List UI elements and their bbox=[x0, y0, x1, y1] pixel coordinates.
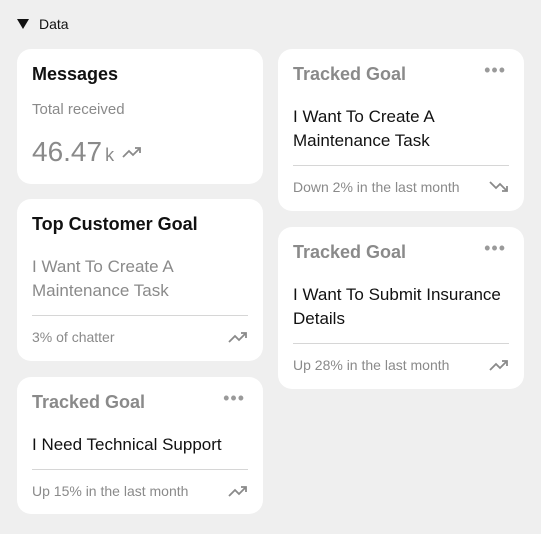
tracked-goal-card[interactable]: Tracked Goal ••• I Need Technical Suppor… bbox=[17, 377, 263, 514]
tracked-goal-text: I Want To Create A Maintenance Task bbox=[293, 107, 434, 150]
top-customer-goal-card[interactable]: Top Customer Goal I Want To Create A Mai… bbox=[17, 199, 263, 361]
messages-title: Messages bbox=[32, 64, 119, 84]
trend-up-icon bbox=[489, 359, 509, 371]
section-label: Data bbox=[39, 16, 69, 32]
tracked-goal-footer-text: Up 28% in the last month bbox=[293, 357, 450, 373]
trend-up-icon bbox=[122, 147, 141, 158]
tracked-goal-footer-text: Down 2% in the last month bbox=[293, 179, 460, 195]
top-goal-text: I Want To Create A Maintenance Task bbox=[32, 257, 173, 300]
tracked-goal-title: Tracked Goal bbox=[293, 242, 407, 262]
trend-up-icon bbox=[228, 331, 248, 343]
messages-card: Messages Total received 46.47 k bbox=[17, 49, 263, 184]
messages-unit: k bbox=[105, 145, 115, 165]
trend-down-icon bbox=[489, 180, 509, 194]
messages-number: 46.47 bbox=[32, 136, 103, 167]
trend-up-icon bbox=[228, 485, 248, 497]
tracked-goal-card[interactable]: Tracked Goal ••• I Want To Create A Main… bbox=[278, 49, 524, 211]
more-options-icon[interactable]: ••• bbox=[484, 239, 506, 257]
top-goal-footer-text: 3% of chatter bbox=[32, 329, 115, 345]
tracked-goal-footer-text: Up 15% in the last month bbox=[32, 483, 189, 499]
tracked-goal-footer: Up 15% in the last month bbox=[32, 470, 248, 512]
tracked-goal-text: I Want To Submit Insurance Details bbox=[293, 285, 501, 328]
caret-down-icon bbox=[17, 19, 29, 29]
tracked-goal-footer: Up 28% in the last month bbox=[293, 344, 509, 386]
messages-value: 46.47 k bbox=[32, 136, 248, 168]
tracked-goal-text: I Need Technical Support bbox=[32, 435, 222, 454]
more-options-icon[interactable]: ••• bbox=[484, 61, 506, 79]
tracked-goal-title: Tracked Goal bbox=[293, 64, 407, 84]
tracked-goal-footer: Down 2% in the last month bbox=[293, 166, 509, 208]
tracked-goal-title: Tracked Goal bbox=[32, 392, 146, 412]
tracked-goal-card[interactable]: Tracked Goal ••• I Want To Submit Insura… bbox=[278, 227, 524, 389]
section-toggle-data[interactable]: Data bbox=[17, 16, 69, 32]
top-goal-footer: 3% of chatter bbox=[32, 316, 248, 358]
messages-subtitle: Total received bbox=[32, 101, 125, 118]
more-options-icon[interactable]: ••• bbox=[223, 389, 245, 407]
top-goal-title: Top Customer Goal bbox=[32, 214, 198, 234]
